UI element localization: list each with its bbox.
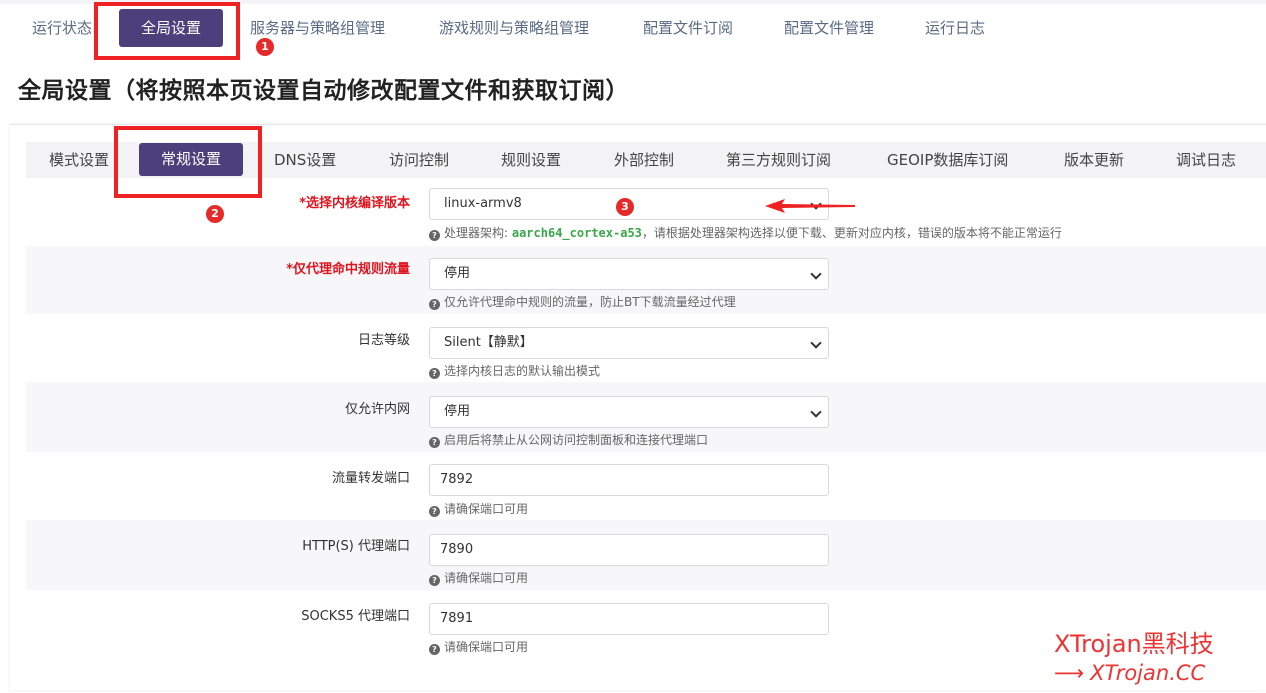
http-port-help: ? 请确保端口可用 [429,569,528,586]
redir-port-help: ? 请确保端口可用 [429,500,528,517]
proxy-rule-only-help: ? 仅允许代理命中规则的流量，防止BT下载流量经过代理 [429,293,736,310]
row-redir-port: 流量转发端口 7892 ? 请确保端口可用 [26,452,1266,520]
watermark-arrow-icon: ⟶ [1054,661,1085,685]
tab-server-policy[interactable]: 服务器与策略组管理 [250,18,385,38]
annotation-arrow-icon [765,199,855,213]
question-icon: ? [429,230,440,241]
step-badge-1: 1 [256,38,274,56]
question-icon: ? [429,644,440,655]
step-badge-3: 3 [616,198,634,216]
redir-port-label: 流量转发端口 [331,471,410,486]
help-suffix: ，请根据处理器架构选择以便下载、更新对应内核，错误的版本将不能正常运行 [641,226,1062,240]
help-prefix: 处理器架构: [444,226,512,240]
socks-port-help: ? 请确保端口可用 [429,638,528,655]
tab-run-log[interactable]: 运行日志 [925,18,985,38]
core-version-label: *选择内核编译版本 [299,196,410,211]
question-icon: ? [429,437,440,448]
watermark: XTrojan黑科技 ⟶ XTrojan.CC [1054,624,1214,685]
help-text: 选择内核日志的默认输出模式 [444,364,601,378]
highlight-box-1 [94,2,240,60]
subtab-external-control[interactable]: 外部控制 [614,150,674,170]
subtab-access-control[interactable]: 访问控制 [389,150,449,170]
help-text: 仅允许代理命中规则的流量，防止BT下载流量经过代理 [444,295,736,309]
help-text: 启用后将禁止从公网访问控制面板和连接代理端口 [444,433,709,447]
socks-port-input[interactable]: 7891 [429,603,829,635]
tab-config-subscription[interactable]: 配置文件订阅 [643,18,733,38]
subtab-dns[interactable]: DNS设置 [274,150,336,170]
watermark-url: XTrojan.CC [1090,661,1206,685]
help-text: 请确保端口可用 [444,640,529,654]
log-level-select[interactable]: Silent【静默】 [429,327,829,359]
step-badge-2: 2 [206,205,224,223]
row-lan-only: 仅允许内网 停用 ? 启用后将禁止从公网访问控制面板和连接代理端口 [26,382,1266,452]
subtab-geoip[interactable]: GEOIP数据库订阅 [887,150,1008,170]
question-icon: ? [429,575,440,586]
highlight-box-2 [114,126,262,198]
tab-config-management[interactable]: 配置文件管理 [784,18,874,38]
question-icon: ? [429,299,440,310]
help-text: 请确保端口可用 [444,502,529,516]
lan-only-label: 仅允许内网 [344,402,410,417]
subtab-debug-log[interactable]: 调试日志 [1176,150,1236,170]
row-proxy-rule-only: *仅代理命中规则流量 停用 ? 仅允许代理命中规则的流量，防止BT下载流量经过代理 [26,246,1266,314]
redir-port-input[interactable]: 7892 [429,464,829,496]
watermark-brand: XTrojan黑科技 [1054,630,1214,658]
http-port-input[interactable]: 7890 [429,534,829,566]
lan-only-select[interactable]: 停用 [429,396,829,428]
tab-game-rules[interactable]: 游戏规则与策略组管理 [439,18,589,38]
watermark-url-line: ⟶ XTrojan.CC [1054,661,1214,685]
subtab-third-party-rules[interactable]: 第三方规则订阅 [726,150,831,170]
subtab-rules[interactable]: 规则设置 [501,150,561,170]
subtab-version-update[interactable]: 版本更新 [1064,150,1124,170]
tab-run-status[interactable]: 运行状态 [32,18,92,38]
log-level-help: ? 选择内核日志的默认输出模式 [429,362,600,379]
row-log-level: 日志等级 Silent【静默】 ? 选择内核日志的默认输出模式 [26,314,1266,382]
proxy-rule-only-select[interactable]: 停用 [429,258,829,290]
help-text: 请确保端口可用 [444,571,529,585]
question-icon: ? [429,368,440,379]
row-http-port: HTTP(S) 代理端口 7890 ? 请确保端口可用 [26,520,1266,590]
http-port-label: HTTP(S) 代理端口 [302,539,410,554]
page-title: 全局设置（将按照本页设置自动修改配置文件和获取订阅） [18,78,629,104]
question-icon: ? [429,506,440,517]
socks-port-label: SOCKS5 代理端口 [301,609,410,624]
lan-only-help: ? 启用后将禁止从公网访问控制面板和连接代理端口 [429,431,708,448]
arch-value: aarch64_cortex-a53 [511,226,642,240]
subtab-mode[interactable]: 模式设置 [49,150,109,170]
proxy-rule-only-label: *仅代理命中规则流量 [286,262,410,277]
log-level-label: 日志等级 [357,333,410,348]
core-version-help: ? 处理器架构: aarch64_cortex-a53，请根据处理器架构选择以便下… [429,224,1062,241]
